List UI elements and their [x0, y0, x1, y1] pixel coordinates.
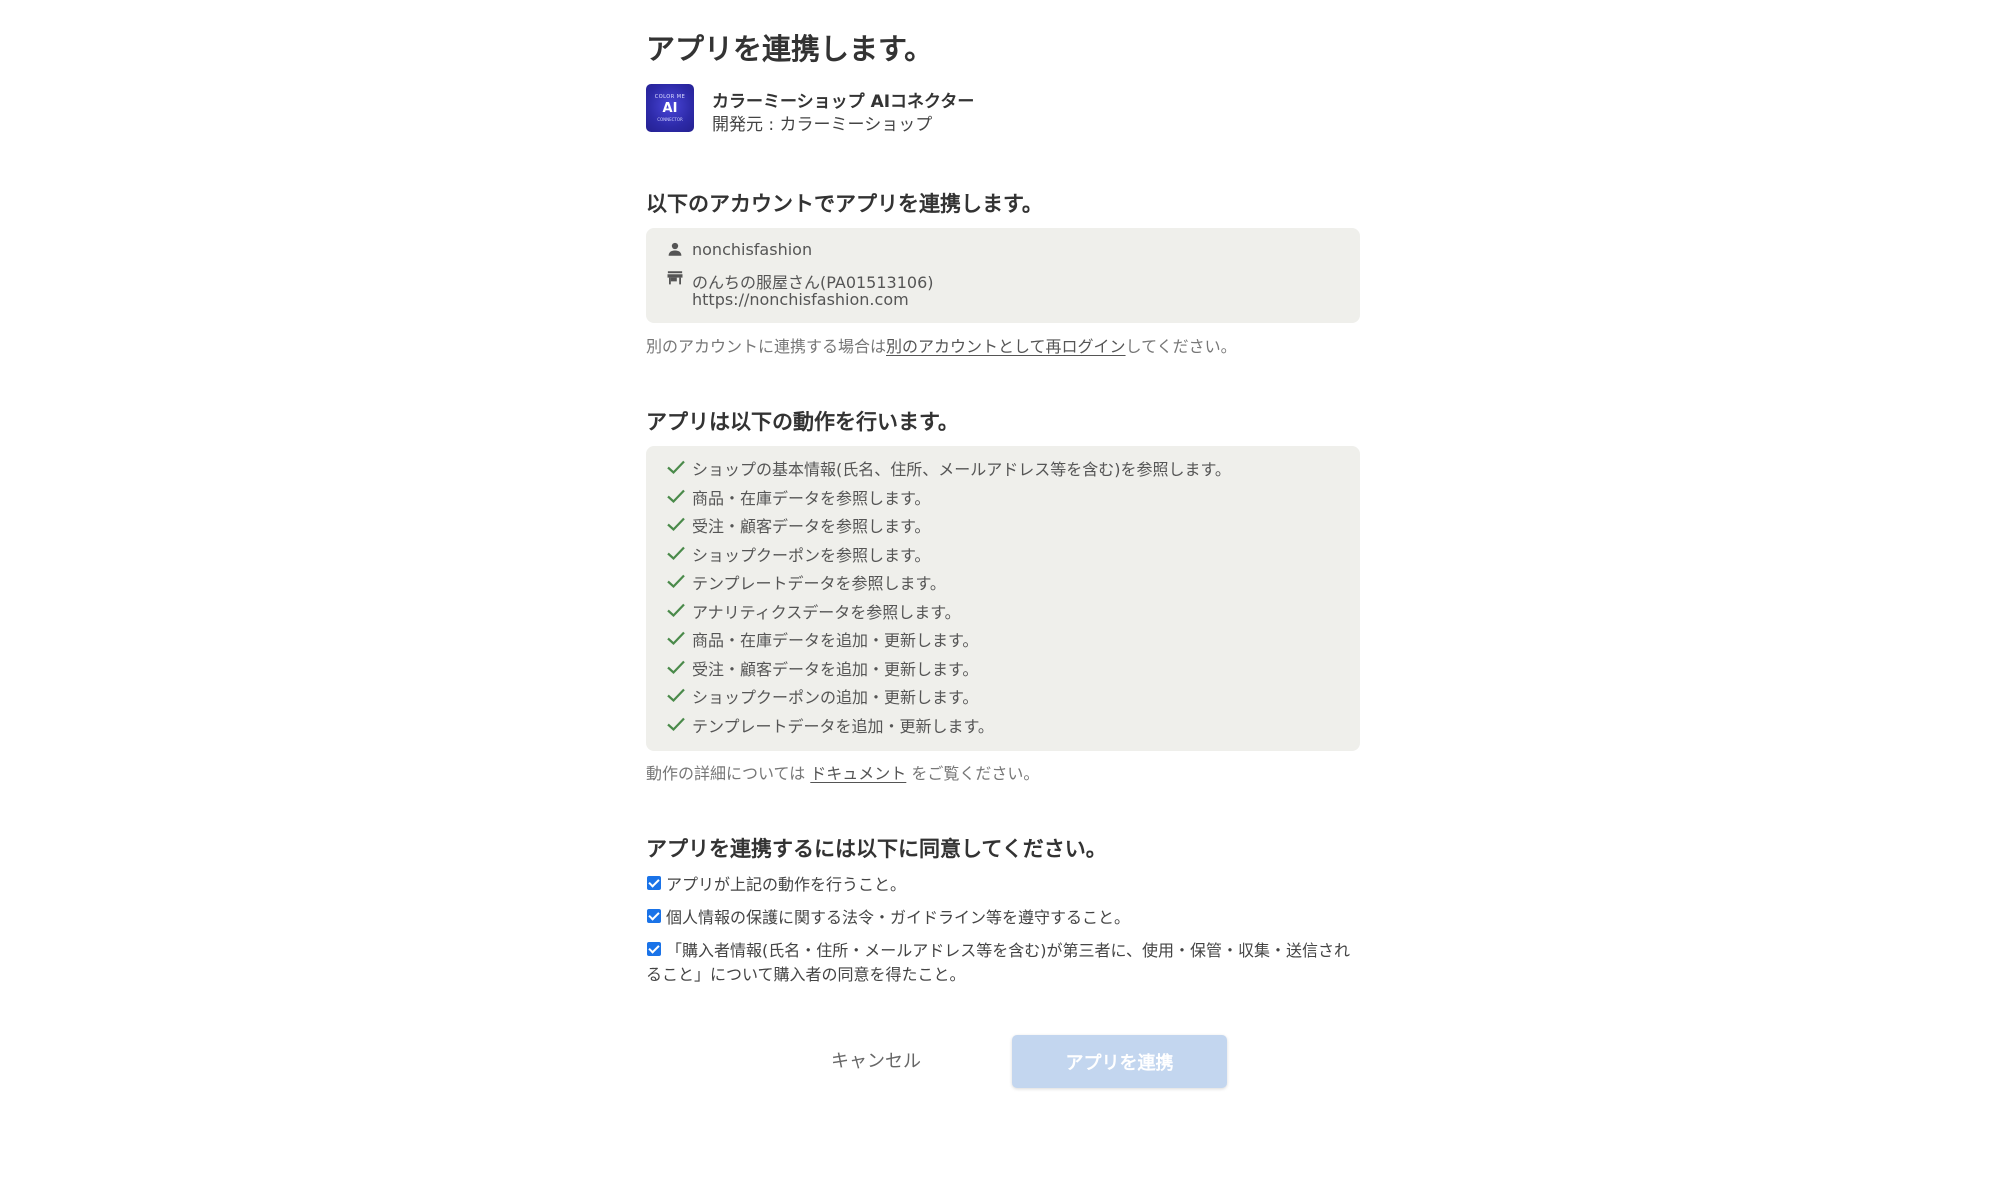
check-icon	[667, 574, 685, 589]
permission-item: 商品・在庫データを参照します。	[666, 485, 1346, 508]
account-section-title: 以下のアカウントでアプリを連携します。	[646, 192, 1043, 216]
app-name: カラーミーショップ AIコネクター	[712, 92, 975, 112]
account-note-suffix: してください。	[1125, 337, 1237, 356]
permission-text: ショップクーポンを参照します。	[692, 545, 931, 565]
agreement-text: 「購入者情報(氏名・住所・メールアドレス等を含む)が第三者に、使用・保管・収集・…	[646, 941, 1351, 984]
agreement-section-title: アプリを連携するには以下に同意してください。	[646, 837, 1107, 861]
agreement-text: アプリが上記の動作を行うこと。	[666, 875, 907, 894]
page-title: アプリを連携します。	[646, 32, 934, 66]
person-icon	[668, 242, 682, 256]
check-icon	[667, 517, 685, 532]
check-icon	[667, 688, 685, 703]
check-icon	[667, 603, 685, 617]
permission-item: 受注・顧客データを参照します。	[666, 513, 1346, 536]
permission-text: 商品・在庫データを追加・更新します。	[692, 631, 979, 650]
permission-text: テンプレートデータを参照します。	[692, 574, 946, 593]
documentation-link[interactable]: ドキュメント	[810, 764, 906, 783]
permission-item: テンプレートデータを追加・更新します。	[666, 713, 1346, 736]
permission-text: ショップクーポンの追加・更新します。	[692, 688, 979, 707]
permission-text: 受注・顧客データを参照します。	[692, 517, 931, 536]
app-info: COLOR ME AI CONNECTOR カラーミーショップ AIコネクター …	[646, 84, 1360, 135]
permission-item: ショップクーポンの追加・更新します。	[666, 684, 1346, 707]
app-logo-icon: COLOR ME AI CONNECTOR	[646, 84, 694, 132]
permission-text: ショップの基本情報(氏名、住所、メールアドレス等を含む)を参照します。	[692, 460, 1231, 479]
permissions-note-suffix: をご覧ください。	[906, 764, 1040, 783]
permission-item: アナリティクスデータを参照します。	[666, 599, 1346, 622]
agreement-item[interactable]: 個人情報の保護に関する法令・ガイドライン等を遵守すること。	[646, 906, 1360, 930]
permission-item: 受注・顧客データを追加・更新します。	[666, 656, 1346, 679]
permission-text: 商品・在庫データを参照します。	[692, 488, 931, 508]
check-icon	[667, 631, 685, 646]
agreement-item[interactable]: 「購入者情報(氏名・住所・メールアドレス等を含む)が第三者に、使用・保管・収集・…	[646, 939, 1360, 987]
permission-text: アナリティクスデータを参照します。	[692, 602, 961, 622]
agreement-checkbox[interactable]	[647, 909, 661, 923]
logo-text-bottom: CONNECTOR	[657, 117, 683, 122]
permissions-section-title: アプリは以下の動作を行います。	[646, 410, 959, 434]
permission-text: 受注・顧客データを追加・更新します。	[692, 659, 979, 679]
app-developer: 開発元 : カラーミーショップ	[712, 115, 933, 135]
cancel-button[interactable]: キャンセル	[816, 1035, 936, 1085]
logo-text-top: COLOR ME	[654, 94, 686, 100]
permission-item: 商品・在庫データを追加・更新します。	[666, 627, 1346, 650]
account-username: nonchisfashion	[692, 240, 813, 259]
agreement-checkbox[interactable]	[647, 942, 661, 956]
agreement-item[interactable]: アプリが上記の動作を行うこと。	[646, 873, 1360, 897]
account-note-prefix: 別のアカウントに連携する場合は	[646, 337, 887, 356]
agreement-checkbox[interactable]	[647, 876, 661, 890]
check-icon	[667, 717, 685, 731]
permissions-box: ショップの基本情報(氏名、住所、メールアドレス等を含む)を参照します。 商品・在…	[646, 446, 1360, 751]
check-icon	[667, 489, 685, 503]
check-icon	[667, 546, 685, 560]
permissions-note-prefix: 動作の詳細については	[646, 764, 811, 783]
permission-item: ショップの基本情報(氏名、住所、メールアドレス等を含む)を参照します。	[666, 456, 1346, 479]
permission-text: テンプレートデータを追加・更新します。	[692, 716, 994, 736]
agreement-text: 個人情報の保護に関する法令・ガイドライン等を遵守すること。	[666, 908, 1131, 927]
check-icon	[667, 460, 685, 475]
account-shop-url: https://nonchisfashion.com	[692, 290, 909, 309]
permission-item: ショップクーポンを参照します。	[666, 542, 1346, 565]
account-box: nonchisfashion のんちの服屋さん(PA01513106) http…	[646, 228, 1360, 323]
relogin-link[interactable]: 別のアカウントとして再ログイン	[886, 337, 1126, 356]
connect-app-button[interactable]: アプリを連携	[1012, 1035, 1227, 1088]
permission-item: テンプレートデータを参照します。	[666, 570, 1346, 593]
check-icon	[667, 660, 685, 674]
logo-text-main: AI	[662, 101, 678, 116]
store-icon	[667, 271, 683, 285]
account-note: 別のアカウントに連携する場合は別のアカウントとして再ログインしてください。	[646, 333, 1237, 357]
permissions-note: 動作の詳細については ドキュメント をご覧ください。	[646, 760, 1039, 784]
